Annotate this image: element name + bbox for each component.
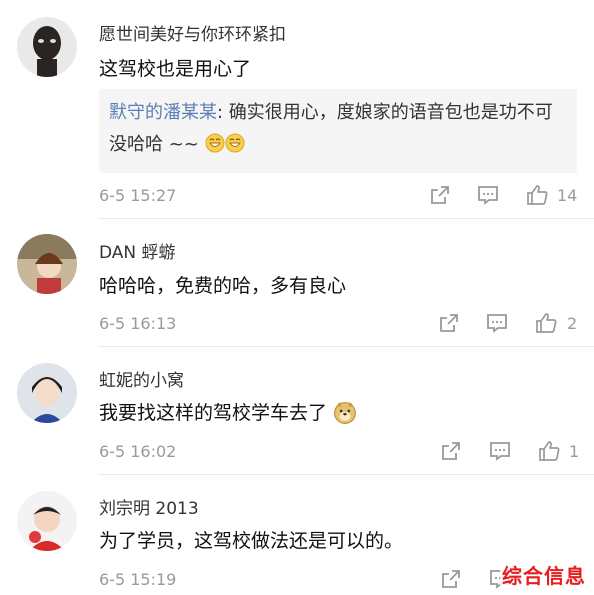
comment-icon: [490, 442, 510, 461]
like-icon: [536, 313, 557, 333]
like-count: 2: [567, 314, 578, 333]
comment-icon: [478, 186, 498, 205]
like-button[interactable]: [538, 440, 562, 462]
share-button[interactable]: [440, 568, 462, 590]
like-count: 14: [557, 186, 578, 205]
comment-text: 我要找这样的驾校学车去了: [99, 398, 357, 425]
comment-button[interactable]: [477, 184, 499, 206]
grin-emoji-icon: [205, 133, 225, 153]
comment-text: 为了学员，这驾校做法还是可以的。: [99, 530, 404, 552]
avatar[interactable]: [17, 491, 77, 551]
avatar[interactable]: [17, 363, 77, 423]
username[interactable]: 愿世间美好与你环环紧扣: [99, 20, 286, 45]
comment-icon: [487, 314, 507, 333]
comment-button[interactable]: [486, 312, 508, 334]
like-button[interactable]: [526, 184, 550, 206]
timestamp: 6-5 15:19: [99, 570, 177, 589]
like-count: 1: [569, 442, 580, 461]
avatar[interactable]: [17, 17, 77, 77]
comment-text: 这驾校也是用心了: [99, 58, 252, 80]
watermark: 综合信息: [500, 559, 588, 590]
username[interactable]: 刘宗明 2013: [99, 494, 199, 519]
grin-emoji-icon: [225, 133, 245, 153]
comment-text-content: 我要找这样的驾校学车去了: [99, 402, 328, 424]
timestamp: 6-5 16:13: [99, 314, 177, 333]
like-button[interactable]: [535, 312, 559, 334]
comment-text: 哈哈哈，免费的哈，多有良心: [99, 275, 347, 297]
username[interactable]: DAN 蜉蝣: [99, 238, 176, 263]
reply-quote[interactable]: 默守的潘某某: 确实很用心，度娘家的语音包也是功不可没哈哈 ~~: [99, 89, 577, 173]
share-icon: [440, 314, 458, 332]
share-button[interactable]: [429, 184, 451, 206]
username[interactable]: 虹妮的小窝: [99, 366, 184, 391]
share-icon: [431, 186, 449, 204]
comment-item: 愿世间美好与你环环紧扣 这驾校也是用心了 默守的潘某某: 确实很用心，度娘家的语…: [0, 0, 594, 219]
share-button[interactable]: [438, 312, 460, 334]
like-icon: [539, 441, 560, 461]
comment-item: DAN 蜉蝣 哈哈哈，免费的哈，多有良心 6-5 16:13 2: [0, 219, 594, 347]
share-icon: [442, 570, 460, 588]
comment-item: 虹妮的小窝 我要找这样的驾校学车去了 6-5 16:02 1: [0, 347, 594, 475]
reply-username[interactable]: 默守的潘某某: [109, 102, 217, 123]
doge-emoji-icon: [334, 402, 356, 424]
avatar[interactable]: [17, 234, 77, 294]
share-icon: [442, 442, 460, 460]
timestamp: 6-5 15:27: [99, 186, 177, 205]
share-button[interactable]: [440, 440, 462, 462]
comment-button[interactable]: [489, 440, 511, 462]
like-icon: [527, 185, 548, 205]
timestamp: 6-5 16:02: [99, 442, 177, 461]
